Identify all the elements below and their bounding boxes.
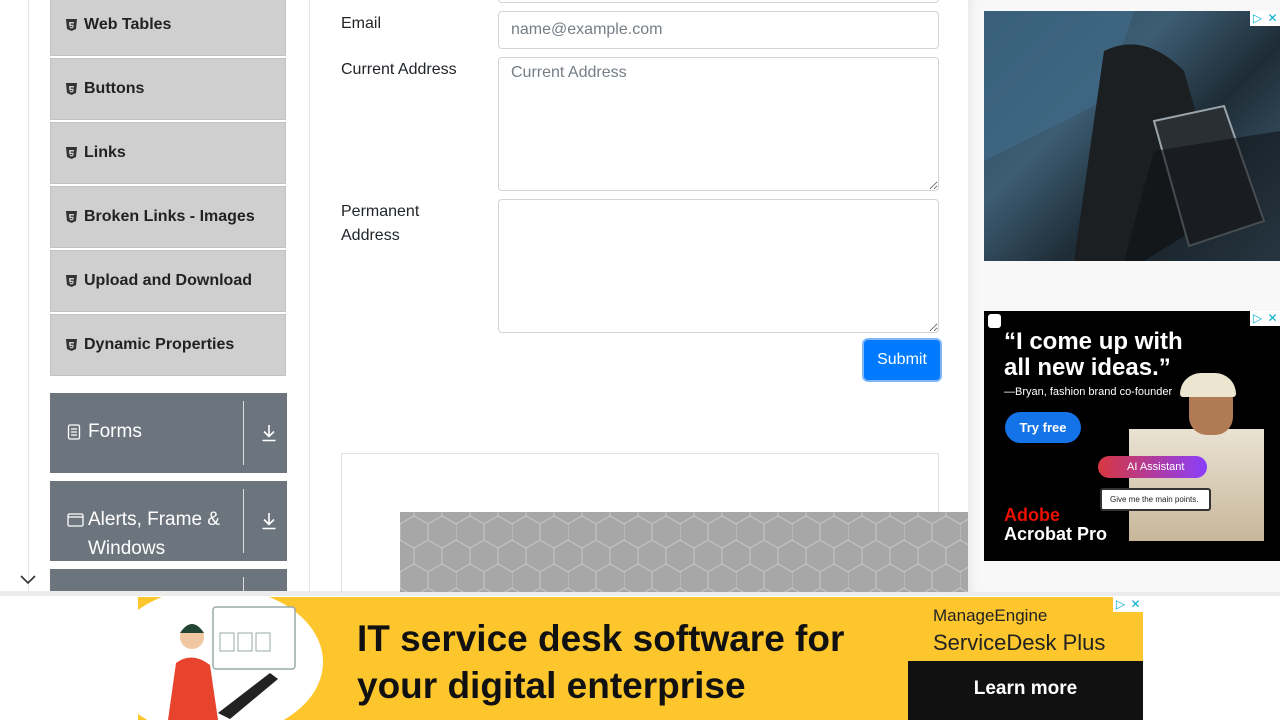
ad-choices[interactable]: ▷ ✕ bbox=[1250, 11, 1280, 26]
support-agent-illustration bbox=[168, 606, 296, 720]
sidebar-group-alerts[interactable]: Alerts, Frame & Windows bbox=[50, 481, 287, 561]
sidebar-group-forms[interactable]: Forms bbox=[50, 393, 287, 473]
banner-company: ManageEngine bbox=[933, 606, 1048, 625]
html5-icon bbox=[66, 83, 77, 95]
sidebar-item-links[interactable]: Links bbox=[50, 122, 286, 184]
shield-icon bbox=[988, 314, 1001, 328]
download-icon[interactable] bbox=[261, 512, 277, 535]
banner-headline: IT service desk software for your digita… bbox=[357, 618, 845, 706]
html5-icon bbox=[66, 339, 77, 351]
sidebar-item-label: Links bbox=[84, 144, 126, 161]
try-free-button[interactable]: Try free bbox=[1005, 412, 1081, 443]
sidebar-divider bbox=[309, 0, 310, 592]
sidebar-item-buttons[interactable]: Buttons bbox=[50, 58, 286, 120]
current-address-field[interactable] bbox=[498, 57, 939, 191]
group-label-area bbox=[50, 577, 244, 592]
sidebar-item-upload-download[interactable]: Upload and Download bbox=[50, 250, 286, 312]
ad-attribution: —Bryan, fashion brand co-founder bbox=[1004, 386, 1173, 398]
car-interior-image bbox=[984, 11, 1280, 261]
close-icon[interactable]: ✕ bbox=[1265, 311, 1280, 326]
previous-input-edge bbox=[498, 0, 939, 3]
ad-info-icon[interactable]: ▷ bbox=[1250, 11, 1265, 26]
submit-button[interactable]: Submit bbox=[864, 340, 940, 380]
group-label: Forms bbox=[88, 421, 142, 442]
document-icon bbox=[67, 424, 81, 445]
sidebar-group-partial[interactable] bbox=[50, 569, 287, 592]
html5-icon bbox=[66, 211, 77, 223]
close-icon[interactable]: ✕ bbox=[1128, 597, 1143, 612]
person-photo bbox=[1129, 429, 1264, 541]
sidebar-item-label: Broken Links - Images bbox=[84, 208, 255, 225]
permanent-address-label: Permanent Address bbox=[341, 203, 420, 244]
page-gutter bbox=[28, 0, 29, 592]
email-label: Email bbox=[341, 15, 382, 32]
group-label: Alerts, Frame & Windows bbox=[88, 509, 220, 559]
brand-line-2: Acrobat Pro bbox=[1004, 524, 1108, 544]
sidebar-item-label: Web Tables bbox=[84, 16, 172, 33]
window-icon bbox=[67, 513, 84, 532]
sidebar-item-web-tables[interactable]: Web Tables bbox=[50, 0, 286, 56]
ad-choices[interactable]: ▷ ✕ bbox=[1113, 597, 1143, 612]
banner-product: ServiceDesk Plus bbox=[933, 630, 1106, 655]
ad-placeholder-pattern bbox=[400, 512, 969, 592]
ad-quote: “I come up with all new ideas.” bbox=[1004, 328, 1183, 381]
learn-more-button[interactable]: Learn more bbox=[908, 661, 1143, 720]
brand-line-1: Adobe bbox=[1004, 505, 1060, 525]
sidebar-item-label: Dynamic Properties bbox=[84, 336, 235, 353]
ai-assistant-badge: AI Assistant bbox=[1098, 456, 1207, 478]
permanent-address-field[interactable] bbox=[498, 199, 939, 333]
html5-icon bbox=[66, 147, 77, 159]
email-field[interactable] bbox=[498, 11, 939, 49]
bottom-banner-ad[interactable]: IT service desk software for your digita… bbox=[138, 597, 1143, 720]
html5-icon bbox=[66, 19, 77, 31]
sidebar-item-broken-links[interactable]: Broken Links - Images bbox=[50, 186, 286, 248]
adobe-brand: Adobe Acrobat Pro bbox=[1004, 506, 1107, 544]
ad-info-icon[interactable]: ▷ bbox=[1113, 597, 1128, 612]
ad-info-icon[interactable]: ▷ bbox=[1250, 311, 1265, 326]
chevron-down-icon[interactable] bbox=[18, 572, 38, 588]
car-ad[interactable]: ▷ ✕ bbox=[984, 11, 1280, 261]
close-icon[interactable]: ✕ bbox=[1265, 11, 1280, 26]
sidebar-item-label: Upload and Download bbox=[84, 272, 252, 289]
adobe-ad[interactable]: ▷ ✕ “I come up with all new ideas.” —Bry… bbox=[984, 311, 1280, 561]
current-address-label: Current Address bbox=[341, 61, 457, 78]
download-icon[interactable] bbox=[261, 424, 277, 447]
ad-choices[interactable]: ▷ ✕ bbox=[1250, 311, 1280, 326]
sidebar-item-dynamic-properties[interactable]: Dynamic Properties bbox=[50, 314, 286, 376]
html5-icon bbox=[66, 275, 77, 287]
sidebar-item-label: Buttons bbox=[84, 80, 145, 97]
ai-prompt-box: Give me the main points. bbox=[1100, 488, 1211, 511]
